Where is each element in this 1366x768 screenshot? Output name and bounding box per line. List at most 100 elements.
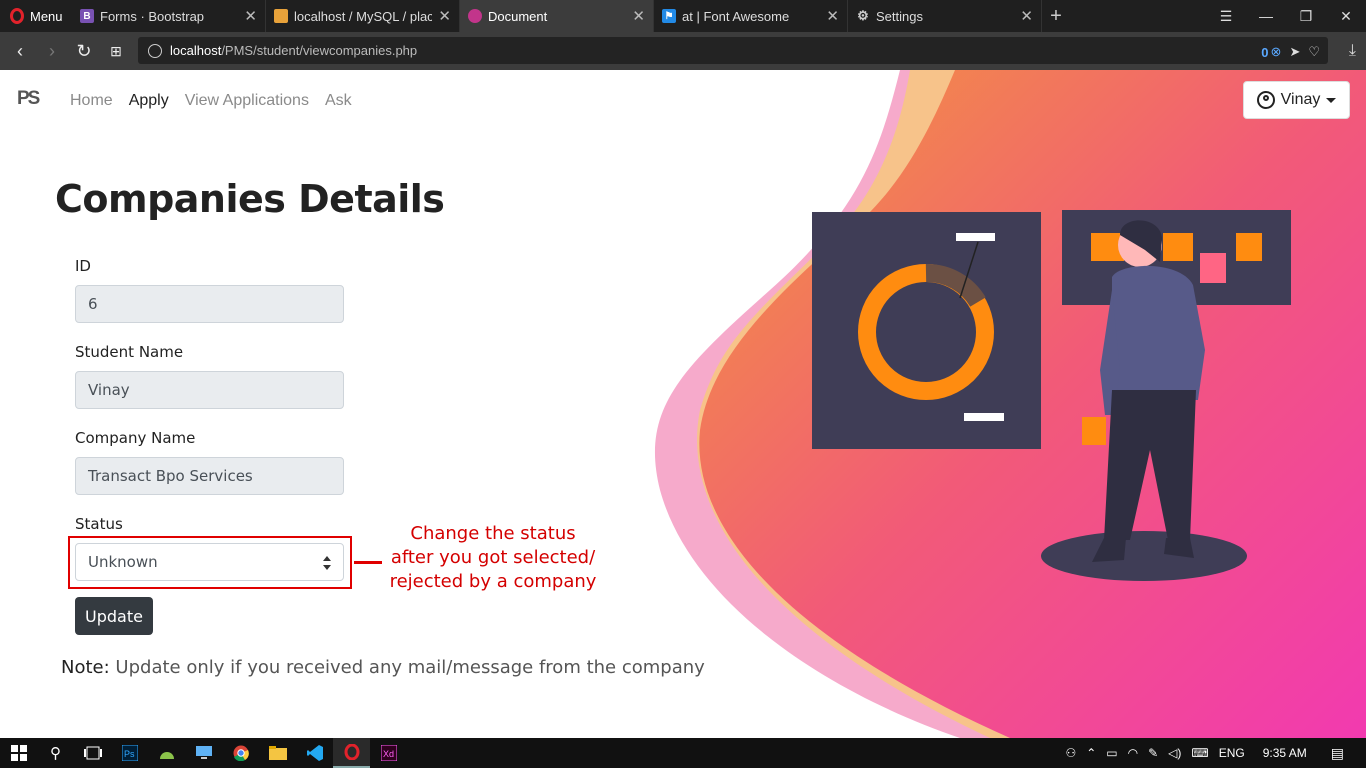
- caret-down-icon: [1326, 97, 1337, 103]
- file-explorer-icon[interactable]: [259, 738, 296, 768]
- opera-taskbar-icon[interactable]: [333, 738, 370, 768]
- select-arrows-icon: [323, 556, 331, 570]
- annotation-line: Change the status: [410, 523, 576, 544]
- close-icon[interactable]: ✕: [826, 7, 839, 25]
- nav-item-view-applications[interactable]: View Applications: [185, 92, 309, 110]
- company-name-field[interactable]: Transact Bpo Services: [75, 457, 344, 495]
- nav-item-home[interactable]: Home: [70, 92, 113, 110]
- annotation-line: after you got selected/: [390, 547, 596, 568]
- user-dropdown-button[interactable]: Vinay: [1243, 81, 1350, 119]
- windows-start-icon[interactable]: [0, 738, 37, 768]
- user-circle-icon: [1256, 91, 1275, 109]
- student-name-label: Student Name: [75, 343, 184, 361]
- nav-item-ask[interactable]: Ask: [325, 92, 352, 110]
- globe-icon: [148, 43, 162, 58]
- note-label: Note:: [61, 657, 110, 678]
- student-name-field[interactable]: Vinay: [75, 371, 344, 409]
- document-icon: [468, 9, 482, 23]
- vscode-icon[interactable]: [296, 738, 333, 768]
- close-icon[interactable]: ✕: [438, 7, 451, 25]
- chrome-icon[interactable]: [222, 738, 259, 768]
- tab-fontawesome[interactable]: ⚑ at | Font Awesome ✕: [654, 0, 848, 32]
- adobe-xd-icon[interactable]: Xd: [370, 738, 407, 768]
- id-field[interactable]: 6: [75, 285, 344, 323]
- page-content: PS Home Apply View Applications Ask Vina…: [0, 70, 1366, 738]
- computer-icon[interactable]: [185, 738, 222, 768]
- status-label: Status: [75, 515, 123, 533]
- heart-icon[interactable]: ♡: [1308, 44, 1320, 60]
- notifications-icon[interactable]: ▤: [1331, 745, 1344, 762]
- url-host: localhost: [170, 43, 222, 58]
- adblock-badge[interactable]: 0 ⊗: [1261, 44, 1281, 60]
- page-title: Companies Details: [55, 177, 445, 221]
- restore-button[interactable]: ❐: [1286, 0, 1326, 32]
- battery-icon[interactable]: ▭: [1106, 746, 1117, 760]
- pen-icon[interactable]: ✎: [1148, 746, 1158, 760]
- browser-menu-label: Menu: [30, 8, 63, 24]
- status-select[interactable]: Unknown: [75, 543, 344, 581]
- annotation-text: Change the status after you got selected…: [382, 522, 604, 594]
- tab-bootstrap[interactable]: B Forms · Bootstrap ✕: [72, 0, 266, 32]
- browser-tab-bar: Menu B Forms · Bootstrap ✕ localhost / M…: [0, 0, 1366, 32]
- tabs-grid-button[interactable]: ⊞: [100, 43, 132, 60]
- task-view-icon[interactable]: [74, 738, 111, 768]
- phpmyadmin-icon: [274, 9, 288, 23]
- language-indicator[interactable]: ENG: [1219, 746, 1245, 760]
- url-field[interactable]: localhost/PMS/student/viewcompanies.php …: [138, 37, 1328, 64]
- search-icon[interactable]: ⚲: [37, 738, 74, 768]
- opera-icon: [10, 8, 24, 24]
- tab-settings[interactable]: ⚙ Settings ✕: [848, 0, 1042, 32]
- people-icon[interactable]: ⚇: [1065, 746, 1076, 760]
- wifi-icon[interactable]: ◠: [1128, 746, 1138, 760]
- android-studio-icon[interactable]: [148, 738, 185, 768]
- adblock-count: 0: [1261, 44, 1269, 60]
- tab-menu-icon[interactable]: ☰: [1206, 0, 1246, 32]
- tab-phpmyadmin[interactable]: localhost / MySQL / placem ✕: [266, 0, 460, 32]
- url-path: /PMS/student/viewcompanies.php: [221, 43, 418, 58]
- svg-text:Ps: Ps: [124, 749, 135, 759]
- nav-item-apply[interactable]: Apply: [129, 92, 169, 110]
- tab-title: Settings: [876, 8, 923, 24]
- adblock-icon: ⊗: [1270, 44, 1282, 59]
- forward-button[interactable]: ›: [36, 41, 68, 62]
- gear-icon: ⚙: [857, 8, 869, 23]
- send-icon[interactable]: ➤: [1289, 44, 1300, 60]
- system-tray: ⚇ ⌃ ▭ ◠ ✎ ◁) ⌨ ENG 9:35 AM ▤: [1065, 738, 1366, 768]
- company-name-label: Company Name: [75, 429, 196, 447]
- main-nav: Home Apply View Applications Ask: [70, 92, 352, 110]
- clock[interactable]: 9:35 AM: [1263, 746, 1307, 760]
- fontawesome-icon: ⚑: [662, 9, 676, 23]
- close-icon[interactable]: ✕: [1020, 7, 1033, 25]
- new-tab-button[interactable]: +: [1042, 0, 1070, 32]
- tab-title: at | Font Awesome: [682, 8, 790, 24]
- id-label: ID: [75, 257, 91, 275]
- bootstrap-icon: B: [80, 9, 94, 23]
- close-icon[interactable]: ✕: [632, 7, 645, 25]
- brand-logo[interactable]: PS: [17, 88, 45, 116]
- keyboard-icon[interactable]: ⌨: [1191, 746, 1208, 760]
- status-selected-value: Unknown: [88, 553, 158, 571]
- browser-menu-button[interactable]: Menu: [0, 0, 72, 32]
- window-controls: ☰ — ❐ ✕: [1206, 0, 1366, 32]
- tab-title: localhost / MySQL / placem: [294, 8, 432, 24]
- photoshop-icon[interactable]: Ps: [111, 738, 148, 768]
- note-message: Update only if you received any mail/mes…: [115, 657, 705, 678]
- windows-taskbar: ⚲ Ps Xd ⚇ ⌃ ▭ ◠ ✎ ◁) ⌨ ENG 9:35 AM ▤: [0, 738, 1366, 768]
- tab-title: Forms · Bootstrap: [100, 8, 205, 24]
- tab-document[interactable]: Document ✕: [460, 0, 654, 32]
- update-button[interactable]: Update: [75, 597, 153, 635]
- download-icon[interactable]: ⤓: [1349, 42, 1356, 60]
- close-window-button[interactable]: ✕: [1326, 0, 1366, 32]
- close-icon[interactable]: ✕: [244, 7, 257, 25]
- volume-icon[interactable]: ◁): [1168, 746, 1181, 760]
- svg-text:Xd: Xd: [383, 749, 394, 759]
- minimize-button[interactable]: —: [1246, 0, 1286, 32]
- annotation-line: rejected by a company: [389, 571, 597, 592]
- user-name: Vinay: [1280, 91, 1321, 108]
- reload-button[interactable]: ↻: [68, 41, 100, 62]
- annotation-connector: [354, 561, 382, 564]
- tab-title: Document: [488, 8, 548, 24]
- address-toolbar: ‹ › ↻ ⊞ localhost/PMS/student/viewcompan…: [0, 32, 1366, 70]
- back-button[interactable]: ‹: [4, 41, 36, 62]
- chevron-up-icon[interactable]: ⌃: [1086, 746, 1096, 760]
